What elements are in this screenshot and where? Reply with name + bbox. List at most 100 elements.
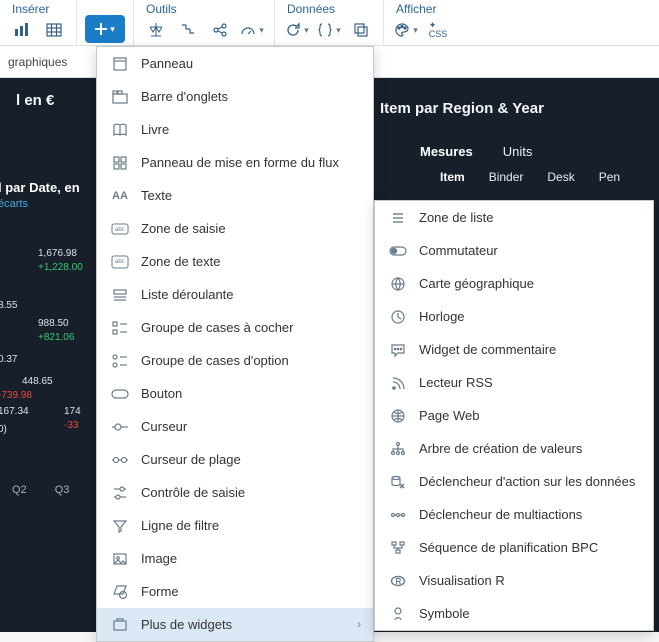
data-trigger-icon [387,474,409,490]
menu-item-label: Page Web [419,408,641,423]
sub-menu-item-s-quence-de-planification-bpc[interactable]: Séquence de planification BPC [375,531,653,564]
menu-item-label: Carte géographique [419,276,641,291]
menu-item-label: Déclencheur de multiactions [419,507,641,522]
menu-item-label: Arbre de création de valeurs [419,441,641,456]
menu-group-plus: ▾ [77,0,134,45]
filter-icon [109,518,131,534]
sub-menu-item-arbre-de-cr-ation-de-valeurs[interactable]: Arbre de création de valeurs [375,432,653,465]
menu-item-barre-d-onglets[interactable]: Barre d'onglets [97,80,373,113]
sub-title: l par Date, en [0,180,80,195]
refresh-icon[interactable]: ▾ [283,16,311,44]
share-icon[interactable] [206,16,234,44]
r-viz-icon: R [387,573,409,589]
bar-chart-icon[interactable] [8,16,36,44]
menu-group-donnees: Données ▾ ▾ [275,0,384,45]
chevron-down-icon: ▾ [304,25,309,36]
menu-item-zone-de-texte[interactable]: abc Zone de texte [97,245,373,278]
comment-icon [387,342,409,358]
menu-item-bouton[interactable]: Bouton [97,377,373,410]
tree-icon [387,441,409,457]
menu-item-zone-de-saisie[interactable]: abcZone de saisie [97,212,373,245]
table-icon[interactable] [40,16,68,44]
chart-var: -33 [64,420,78,431]
checkbox-group-icon [109,320,131,336]
chart-val: 448.65 [22,376,53,387]
axis-q2: Q2 [12,484,27,496]
insert-dropdown: Panneau Barre d'onglets Livre Panneau de mi… [96,46,374,642]
menu-title-inserer: Insérer [8,0,68,16]
secondary-label: graphiques [8,55,67,69]
slider-icon [109,422,131,432]
svg-text:R: R [396,577,402,586]
chart-var: +1,228.00 [38,262,83,273]
top-menubar: Insérer ▾ Outils ▾ Données [0,0,659,46]
sub-menu-item-widget-de-commentaire[interactable]: Widget de commentaire [375,333,653,366]
menu-item-ligne-de-filtre[interactable]: Ligne de filtre [97,509,373,542]
sub-menu-item-zone-de-liste[interactable]: Zone de liste [375,201,653,234]
menu-item-liste-d-roulante[interactable]: Liste déroulante [97,278,373,311]
menu-item-groupe-de-cases-cocher[interactable]: Groupe de cases à cocher [97,311,373,344]
menu-group-outils: Outils ▾ [134,0,275,45]
sub-menu-item-commutateur[interactable]: Commutateur [375,234,653,267]
flow-panel-icon [109,155,131,171]
menu-item-label: Curseur [141,419,361,434]
menu-item-label: Panneau [141,56,361,71]
palette-icon[interactable]: ▾ [392,16,420,44]
chevron-right-icon: › [357,619,361,631]
chart-val: 167.34 [0,406,29,417]
braces-icon[interactable]: ▾ [315,16,343,44]
geomap-icon [387,276,409,292]
gauge-icon[interactable]: ▾ [238,16,266,44]
overlap-icon[interactable] [347,16,375,44]
menu-item-curseur-de-plage[interactable]: Curseur de plage [97,443,373,476]
sub-menu-item-carte-g-ographique[interactable]: Carte géographique [375,267,653,300]
menu-item-groupe-de-cases-d-option[interactable]: Groupe de cases d'option [97,344,373,377]
sub-menu-item-symbole[interactable]: Symbole [375,597,653,630]
css-icon[interactable]: ✦CSS [424,16,452,44]
rss-icon [387,375,409,391]
menu-item-label: Liste déroulante [141,287,361,302]
balance-icon[interactable] [142,16,170,44]
table-headers: Mesures Units [420,144,532,159]
sub-menu-item-page-web[interactable]: Page Web [375,399,653,432]
menu-item-image[interactable]: Image [97,542,373,575]
chart-val: 8.55 [0,300,17,311]
menu-item-curseur[interactable]: Curseur [97,410,373,443]
menu-item-label: Widget de commentaire [419,342,641,357]
menu-item-plus-de-widgets[interactable]: Plus de widgets› [97,608,373,641]
chart-val: 988.50 [38,318,69,329]
steps-icon[interactable] [174,16,202,44]
input-control-icon [109,485,131,501]
sub-menu-item-d-clencheur-de-multiactions[interactable]: Déclencheur de multiactions [375,498,653,531]
menu-item-panneau[interactable]: Panneau [97,47,373,80]
input-icon: abc [109,223,131,235]
menu-item-livre[interactable]: Livre [97,113,373,146]
sub-menu-item-lecteur-rss[interactable]: Lecteur RSS [375,366,653,399]
radio-group-icon [109,353,131,369]
sub-menu-item-horloge[interactable]: Horloge [375,300,653,333]
list-icon [387,210,409,226]
sub-small[interactable]: écarts [0,198,28,210]
menu-item-label: Livre [141,122,361,137]
menu-item-label: Symbole [419,606,641,621]
svg-text:abc: abc [115,259,125,265]
menu-item-panneau-de-mise-en-forme-du-flux[interactable]: Panneau de mise en forme du flux [97,146,373,179]
textarea-icon: abc [109,255,131,269]
bpc-icon [387,540,409,556]
menu-item-texte[interactable]: AATexte [97,179,373,212]
menu-item-forme[interactable]: Forme [97,575,373,608]
plus-button[interactable]: ▾ [85,15,125,43]
menu-item-label: Zone de texte [141,254,361,269]
sub-menu-item-d-clencheur-d-action-sur-les-donn-es[interactable]: Déclencheur d'action sur les données [375,465,653,498]
sub-menu-item-visualisation-r[interactable]: RVisualisation R [375,564,653,597]
menu-item-contr-le-de-saisie[interactable]: Contrôle de saisie [97,476,373,509]
shape-icon [109,584,131,600]
more-widgets-icon [109,617,131,633]
menu-item-label: Commutateur [419,243,641,258]
menu-title-afficher: Afficher [392,0,452,16]
menu-item-label: Contrôle de saisie [141,485,361,500]
menu-item-label: Forme [141,584,361,599]
chart-val: 174 [64,406,81,417]
menu-item-label: Barre d'onglets [141,89,361,104]
clock-icon [387,309,409,325]
